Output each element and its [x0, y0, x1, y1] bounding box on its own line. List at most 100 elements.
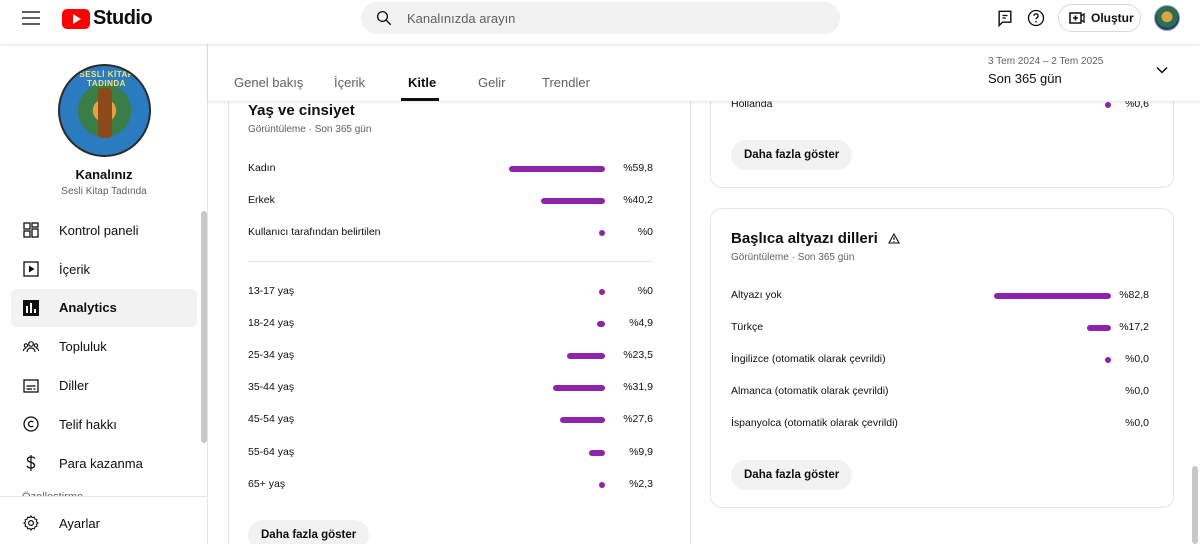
row-bar: [994, 293, 1111, 299]
row-label: 55-64 yaş: [248, 446, 295, 458]
row-label: Türkçe: [731, 321, 764, 333]
content-icon: [22, 260, 40, 278]
sidebar: SESLİ KİTAP TADINDA Kanalınız Sesli Kita…: [0, 44, 208, 544]
analytics-tabs-bar: Genel bakış İçerik Kitle Gelir Trendler …: [208, 44, 1200, 101]
sidebar-item-copyright[interactable]: Telif hakkı: [11, 405, 197, 444]
sidebar-item-label: Kontrol paneli: [59, 222, 139, 238]
age-row: 65+ yaş %2,3: [248, 478, 653, 494]
subtitle-languages-card: Başlıca altyazı dilleri Görüntüleme · So…: [710, 208, 1174, 508]
top-bar: Studio Oluştur: [0, 0, 1200, 44]
row-label: 25-34 yaş: [248, 349, 295, 361]
sidebar-item-label: Telif hakkı: [59, 416, 117, 432]
analytics-icon: [22, 299, 40, 317]
row-label: İspanyolca (otomatik olarak çevrildi): [731, 417, 898, 429]
row-value: %4,9: [629, 317, 653, 329]
subtitle-language-row: İspanyolca (otomatik olarak çevrildi) %0…: [731, 417, 1149, 433]
row-value: %40,2: [623, 194, 653, 206]
subtitle-language-row: İngilizce (otomatik olarak çevrildi) %0,…: [731, 353, 1149, 369]
row-value: %23,5: [623, 349, 653, 361]
subtitles-title: Başlıca altyazı dilleri: [731, 230, 878, 247]
dashboard-icon: [22, 221, 40, 239]
sidebar-item-analytics[interactable]: Analytics: [11, 288, 197, 328]
subtitles-subtitle: Görüntüleme · Son 365 gün: [731, 252, 855, 263]
row-label: 13-17 yaş: [248, 285, 295, 297]
row-label: 18-24 yaş: [248, 317, 295, 329]
tab-trends[interactable]: Trendler: [542, 75, 590, 90]
youtube-logo-icon: [62, 8, 90, 29]
subtitles-icon: [22, 377, 40, 395]
row-bar: [567, 353, 605, 359]
logo-text: Studio: [93, 7, 153, 29]
row-label: Kadın: [248, 162, 276, 174]
channel-subtitle: Sesli Kitap Tadında: [61, 186, 147, 197]
search-input[interactable]: [407, 2, 827, 34]
channel-avatar-text: SESLİ KİTAP TADINDA: [79, 70, 134, 88]
row-value: %0: [637, 226, 653, 238]
sidebar-item-settings[interactable]: Ayarlar: [11, 504, 197, 542]
help-icon[interactable]: [1026, 8, 1046, 28]
row-value: %0: [637, 285, 653, 297]
row-bar: [509, 166, 605, 172]
gender-row: Kadın %59,8: [248, 162, 653, 178]
sidebar-item-label: Topluluk: [59, 339, 107, 355]
age-row: 45-54 yaş %27,6: [248, 413, 653, 429]
sidebar-item-label: Diller: [59, 378, 89, 394]
create-button[interactable]: Oluştur: [1058, 4, 1141, 32]
age-row: 25-34 yaş %23,5: [248, 349, 653, 365]
warning-icon[interactable]: [887, 233, 900, 244]
subtitle-language-row: Almanca (otomatik olarak çevrildi) %0,0: [731, 385, 1149, 401]
sidebar-item-monetization[interactable]: Para kazanma: [11, 444, 197, 483]
channel-name: Kanalınız: [75, 167, 133, 182]
row-label: Erkek: [248, 194, 275, 206]
dollar-icon: [22, 454, 40, 472]
chevron-down-icon: [1156, 66, 1168, 74]
section-divider: [248, 261, 653, 262]
sidebar-item-dashboard[interactable]: Kontrol paneli: [11, 211, 197, 250]
tab-overview[interactable]: Genel bakış: [234, 75, 303, 90]
date-range-picker[interactable]: 3 Tem 2024 – 2 Tem 2025 Son 365 gün: [988, 56, 1188, 96]
row-label: İngilizce (otomatik olarak çevrildi): [731, 353, 886, 365]
row-label: 65+ yaş: [248, 478, 286, 490]
row-value: %17,2: [1119, 321, 1149, 333]
account-avatar[interactable]: [1154, 5, 1180, 31]
main-scrollbar[interactable]: [1192, 466, 1198, 544]
feedback-icon[interactable]: [995, 8, 1015, 28]
subtitle-language-row: Türkçe %17,2: [731, 321, 1149, 337]
sidebar-item-languages[interactable]: Diller: [11, 366, 197, 405]
tab-content[interactable]: İçerik: [334, 75, 365, 90]
settings-label: Ayarlar: [59, 515, 100, 531]
show-more-age-button[interactable]: Daha fazla göster: [248, 520, 370, 544]
age-row: 13-17 yaş %0: [248, 285, 653, 301]
age-gender-subtitle: Görüntüleme · Son 365 gün: [248, 124, 372, 135]
show-more-geo-button[interactable]: Daha fazla göster: [731, 140, 853, 170]
row-value: %0,0: [1125, 385, 1149, 397]
row-label: Altyazı yok: [731, 289, 782, 301]
sidebar-item-community[interactable]: Topluluk: [11, 327, 197, 366]
gear-icon: [22, 514, 40, 532]
age-row: 18-24 yaş %4,9: [248, 317, 653, 333]
row-value: %59,8: [623, 162, 653, 174]
tab-audience[interactable]: Kitle: [408, 75, 436, 90]
sidebar-item-content[interactable]: İçerik: [11, 250, 197, 289]
tab-revenue[interactable]: Gelir: [478, 75, 505, 90]
row-value: %82,8: [1119, 289, 1149, 301]
channel-avatar[interactable]: SESLİ KİTAP TADINDA: [58, 64, 151, 157]
search-box[interactable]: [361, 2, 840, 34]
create-video-icon: [1069, 12, 1085, 24]
sidebar-item-label: İçerik: [59, 261, 91, 277]
show-more-subtitles-button[interactable]: Daha fazla göster: [731, 460, 853, 490]
row-bar: [560, 417, 605, 423]
tree-graphic: [98, 88, 112, 138]
subtitle-language-row: Altyazı yok %82,8: [731, 289, 1149, 305]
studio-logo[interactable]: Studio: [62, 7, 153, 30]
row-bar: [541, 198, 605, 204]
sidebar-item-label: Analytics: [59, 300, 117, 316]
row-value: %2,3: [629, 478, 653, 490]
row-value: %9,9: [629, 446, 653, 458]
copyright-icon: [22, 415, 40, 433]
row-label: Kullanıcı tarafından belirtilen: [248, 226, 381, 238]
menu-icon[interactable]: [22, 11, 40, 25]
sidebar-scrollbar[interactable]: [201, 211, 207, 443]
row-value: %0,0: [1125, 417, 1149, 429]
search-icon[interactable]: [375, 9, 393, 27]
